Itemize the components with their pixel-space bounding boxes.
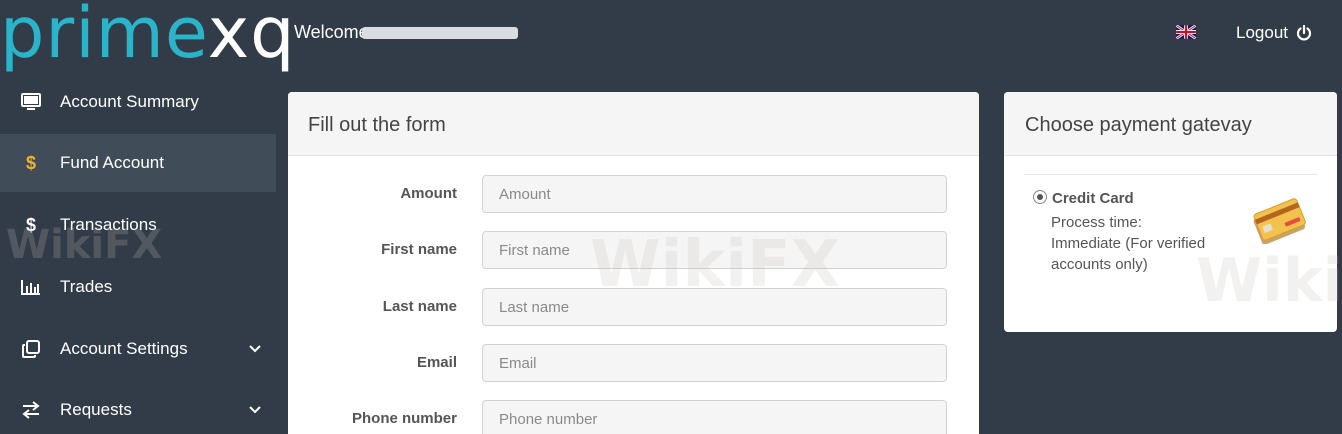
logout-label: Logout bbox=[1236, 23, 1288, 42]
payment-title: Choose payment gatevay bbox=[1004, 92, 1337, 156]
chevron-down-icon bbox=[249, 345, 261, 353]
logout-button[interactable]: Logout bbox=[1236, 23, 1312, 43]
logo[interactable]: primexq bbox=[0, 0, 295, 74]
email-label: Email bbox=[416, 354, 457, 371]
sidebar-item-label: Trades bbox=[60, 277, 113, 296]
last-name-row: Last name bbox=[288, 288, 979, 326]
phone-number-row: Phone number bbox=[288, 400, 979, 434]
sidebar-item-requests[interactable]: Requests bbox=[0, 381, 276, 434]
sidebar-item-account-summary[interactable]: Account Summary bbox=[0, 73, 276, 131]
sidebar-item-label: Account Settings bbox=[60, 339, 188, 358]
first-name-label: First name bbox=[381, 241, 457, 258]
credit-card-radio[interactable] bbox=[1033, 190, 1047, 204]
dollar-icon: $ bbox=[25, 152, 36, 173]
power-icon bbox=[1296, 25, 1312, 41]
copy-icon bbox=[20, 338, 42, 360]
payment-option-description: Process time: Immediate (For verified ac… bbox=[1051, 212, 1241, 275]
credit-card-icon bbox=[1253, 198, 1306, 244]
amount-input[interactable] bbox=[482, 175, 947, 213]
sidebar-item-label: Requests bbox=[60, 400, 132, 419]
fund-form-card: Fill out the form Amount First name Last… bbox=[288, 92, 979, 434]
chevron-down-icon bbox=[249, 406, 261, 414]
email-input[interactable] bbox=[482, 344, 947, 382]
phone-number-label: Phone number bbox=[351, 410, 457, 427]
amount-row: Amount bbox=[288, 175, 979, 213]
sidebar-item-fund-account[interactable]: $ Fund Account bbox=[0, 134, 276, 192]
last-name-input[interactable] bbox=[482, 288, 947, 326]
logo-accent: xq bbox=[207, 0, 296, 74]
sidebar-item-account-settings[interactable]: Account Settings bbox=[0, 320, 276, 378]
form-title: Fill out the form bbox=[288, 92, 979, 156]
sidebar: Account Summary $ Fund Account $ Transac… bbox=[0, 72, 276, 434]
first-name-input[interactable] bbox=[482, 231, 947, 269]
first-name-row: First name bbox=[288, 231, 979, 269]
payment-option-name[interactable]: Credit Card bbox=[1052, 190, 1134, 207]
dollar-icon: $ bbox=[25, 214, 36, 235]
amount-label: Amount bbox=[400, 185, 457, 202]
process-time-value: Immediate (For verified accounts only) bbox=[1051, 235, 1206, 273]
sidebar-item-label: Account Summary bbox=[60, 92, 199, 111]
payment-gateway-card: Choose payment gatevay Credit Card Proce… bbox=[1004, 92, 1337, 332]
email-row: Email bbox=[288, 344, 979, 382]
divider bbox=[1024, 174, 1317, 175]
welcome-text: Welcome bbox=[294, 22, 369, 42]
monitor-icon bbox=[20, 91, 42, 113]
last-name-label: Last name bbox=[382, 298, 457, 315]
sidebar-item-label: Fund Account bbox=[60, 153, 164, 172]
logo-main: prime bbox=[0, 0, 208, 74]
uk-flag-icon[interactable] bbox=[1176, 25, 1196, 39]
sidebar-item-transactions[interactable]: $ Transactions bbox=[0, 196, 276, 254]
bar-chart-icon bbox=[20, 276, 42, 298]
process-time-label: Process time: bbox=[1051, 214, 1142, 231]
sidebar-item-label: Transactions bbox=[60, 215, 157, 234]
sidebar-item-trades[interactable]: Trades bbox=[0, 258, 276, 316]
top-bar: primexq Welcome Logout bbox=[0, 0, 1342, 72]
redacted-username bbox=[362, 27, 518, 39]
exchange-icon bbox=[20, 399, 42, 421]
phone-number-input[interactable] bbox=[482, 400, 947, 434]
